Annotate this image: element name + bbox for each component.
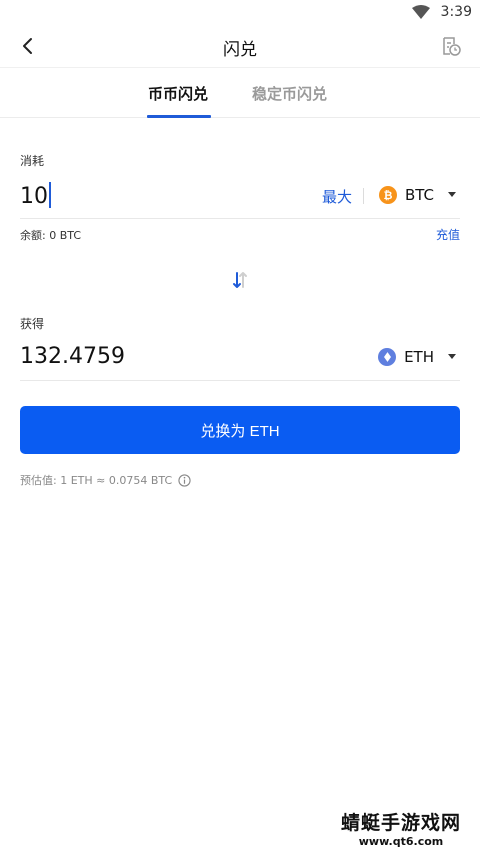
status-time: 3:39 xyxy=(440,4,472,20)
tab-coin-swap[interactable]: 币币闪兑 xyxy=(148,83,208,104)
tab-active-indicator xyxy=(147,115,211,118)
header: 闪兑 xyxy=(0,26,480,68)
watermark: 蜻蜓手游戏网 www.qt6.com xyxy=(336,811,466,849)
convert-button[interactable]: 兑换为 ETH xyxy=(20,406,460,454)
recharge-link[interactable]: 充值 xyxy=(436,226,460,243)
swap-direction-icon[interactable] xyxy=(230,270,250,290)
page-title: 闪兑 xyxy=(223,40,257,60)
dropdown-arrow-icon xyxy=(448,354,456,359)
pay-coin-selector[interactable]: ₿ BTC xyxy=(378,183,456,207)
tab-bar: 币币闪兑 稳定币闪兑 xyxy=(0,68,480,118)
pay-label: 消耗 xyxy=(20,154,45,168)
watermark-url: www.qt6.com xyxy=(358,835,444,848)
max-button[interactable]: 最大 xyxy=(322,186,352,207)
pay-amount-input[interactable]: 10 xyxy=(20,182,51,209)
receive-coin-name: ETH xyxy=(404,348,434,366)
btc-icon: ₿ xyxy=(378,186,397,204)
eth-icon xyxy=(378,348,397,366)
estimate-row: 预估值: 1 ETH ≈ 0.0754 BTC xyxy=(20,472,191,488)
pay-amount-value: 10 xyxy=(20,184,48,209)
balance-text: 余额: 0 BTC xyxy=(20,229,81,242)
text-caret xyxy=(49,182,51,208)
watermark-title: 蜻蜓手游戏网 xyxy=(340,812,461,834)
dropdown-arrow-icon xyxy=(448,192,456,197)
status-bar: 3:39 xyxy=(0,0,480,26)
pay-coin-name: BTC xyxy=(404,186,434,204)
receive-coin-selector[interactable]: ETH xyxy=(378,345,456,369)
receive-label: 获得 xyxy=(20,317,45,331)
receive-divider xyxy=(20,380,460,381)
wifi-icon xyxy=(412,5,430,19)
estimate-text: 预估值: 1 ETH ≈ 0.0754 BTC xyxy=(20,474,173,487)
tab-stablecoin-swap[interactable]: 稳定币闪兑 xyxy=(252,83,327,104)
pay-divider xyxy=(20,218,460,219)
info-icon[interactable] xyxy=(178,473,191,487)
receive-amount-value: 132.4759 xyxy=(20,344,125,369)
vertical-divider xyxy=(363,188,364,204)
history-icon[interactable] xyxy=(440,35,462,57)
